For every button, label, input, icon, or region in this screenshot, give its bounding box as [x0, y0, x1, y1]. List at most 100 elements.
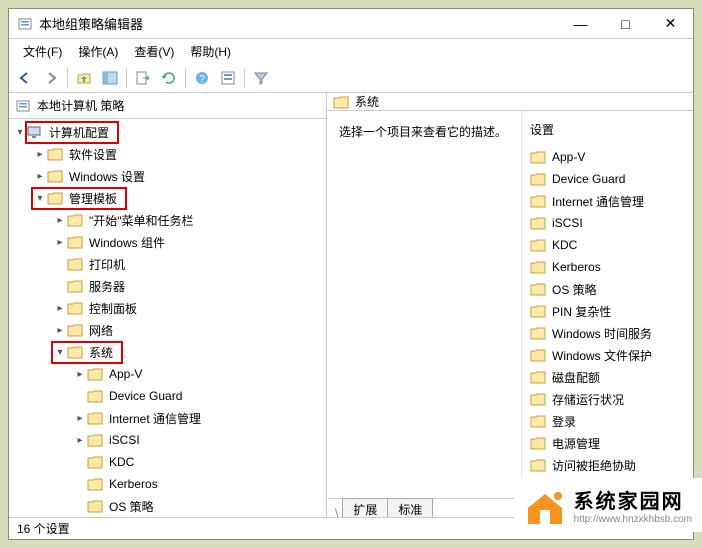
menu-action[interactable]: 操作(A) [72, 41, 124, 62]
close-button[interactable]: ✕ [648, 9, 693, 39]
list-item[interactable]: OS 策略 [522, 278, 693, 300]
back-button[interactable] [13, 66, 37, 90]
list-item-label: App-V [552, 150, 585, 164]
tab-extended[interactable]: 扩展 [342, 498, 388, 517]
folder-icon [87, 432, 103, 448]
policy-tree[interactable]: ▾ 计算机配置 ▸ 软件设置 ▸ Windows 设置 [9, 119, 326, 517]
chevron-right-icon[interactable]: ▸ [73, 369, 87, 380]
list-item-label: 存储运行状况 [552, 391, 624, 408]
chevron-right-icon[interactable]: ▸ [53, 215, 67, 226]
folder-icon [87, 454, 103, 470]
chevron-right-icon[interactable]: ▸ [33, 149, 47, 160]
tree-item-system[interactable]: ▾ 系统 [9, 341, 326, 363]
list-item[interactable]: iSCSI [522, 212, 693, 234]
chevron-right-icon[interactable]: ▸ [53, 237, 67, 248]
refresh-button[interactable] [157, 66, 181, 90]
forward-button[interactable] [39, 66, 63, 90]
list-item[interactable]: Internet 通信管理 [522, 190, 693, 212]
menu-help[interactable]: 帮助(H) [184, 41, 237, 62]
tree-item-kerberos[interactable]: Kerberos [9, 473, 326, 495]
list-item[interactable]: Windows 文件保护 [522, 344, 693, 366]
tree-item-printers[interactable]: 打印机 [9, 253, 326, 275]
list-item[interactable]: 登录 [522, 410, 693, 432]
folder-icon [530, 193, 546, 209]
chevron-right-icon[interactable]: ▸ [73, 413, 87, 424]
list-item[interactable]: Device Guard [522, 168, 693, 190]
list-item[interactable]: 电源管理 [522, 432, 693, 454]
tab-standard[interactable]: 标准 [387, 498, 433, 517]
tree-item-start-menu[interactable]: ▸ "开始"菜单和任务栏 [9, 209, 326, 231]
folder-icon [530, 303, 546, 319]
toolbar: ? [9, 63, 693, 93]
list-item[interactable]: 磁盘配额 [522, 366, 693, 388]
details-header: 系统 [327, 93, 693, 111]
tree-item-network[interactable]: ▸ 网络 [9, 319, 326, 341]
folder-icon [530, 149, 546, 165]
brand-name: 系统家园网 [574, 485, 692, 514]
menu-view[interactable]: 查看(V) [128, 41, 180, 62]
list-item-label: 访问被拒绝协助 [552, 457, 636, 474]
list-item[interactable]: Kerberos [522, 256, 693, 278]
list-item-label: PIN 复杂性 [552, 303, 611, 320]
folder-icon [530, 413, 546, 429]
tree-item-software-settings[interactable]: ▸ 软件设置 [9, 143, 326, 165]
tree-label: 服务器 [87, 277, 127, 296]
tree-label: "开始"菜单和任务栏 [87, 211, 196, 230]
folder-icon [530, 237, 546, 253]
chevron-down-icon[interactable]: ▾ [53, 347, 67, 358]
list-item[interactable]: App-V [522, 146, 693, 168]
tree-item-os-policy[interactable]: OS 策略 [9, 495, 326, 517]
toolbar-separator [67, 68, 68, 88]
settings-list[interactable]: 设置 App-VDevice GuardInternet 通信管理iSCSIKD… [521, 111, 693, 498]
refresh-icon [161, 70, 177, 86]
tree-item-servers[interactable]: 服务器 [9, 275, 326, 297]
tree-item-device-guard[interactable]: Device Guard [9, 385, 326, 407]
folder-icon [87, 366, 103, 382]
tree-label: 软件设置 [67, 145, 119, 164]
list-item-label: 磁盘配额 [552, 369, 600, 386]
folder-icon [530, 281, 546, 297]
chevron-right-icon[interactable]: ▸ [33, 171, 47, 182]
details-title: 系统 [355, 93, 379, 110]
chevron-right-icon[interactable]: ▸ [53, 303, 67, 314]
tree-item-kdc[interactable]: KDC [9, 451, 326, 473]
folder-icon [67, 212, 83, 228]
show-tree-button[interactable] [98, 66, 122, 90]
list-item[interactable]: 访问被拒绝协助 [522, 454, 693, 476]
tree-label: 网络 [87, 321, 115, 340]
tree-item-computer-config[interactable]: ▾ 计算机配置 [9, 121, 326, 143]
menu-file[interactable]: 文件(F) [17, 41, 68, 62]
chevron-right-icon[interactable]: ▸ [73, 435, 87, 446]
tree-item-iscsi[interactable]: ▸iSCSI [9, 429, 326, 451]
list-item[interactable]: PIN 复杂性 [522, 300, 693, 322]
tree-item-internet-comm[interactable]: ▸Internet 通信管理 [9, 407, 326, 429]
folder-icon [530, 347, 546, 363]
status-text: 16 个设置 [17, 520, 70, 537]
list-item-label: KDC [552, 238, 577, 252]
watermark: 系统家园网 http://www.hnzxkhbsb.com [514, 478, 702, 532]
folder-icon [530, 325, 546, 341]
chevron-right-icon[interactable]: ▸ [53, 325, 67, 336]
folder-icon [67, 256, 83, 272]
folder-icon [530, 171, 546, 187]
tree-label: Kerberos [107, 476, 160, 492]
help-button[interactable]: ? [190, 66, 214, 90]
list-item[interactable]: KDC [522, 234, 693, 256]
tree-item-appv[interactable]: ▸App-V [9, 363, 326, 385]
tree-item-windows-settings[interactable]: ▸ Windows 设置 [9, 165, 326, 187]
tree-item-admin-templates[interactable]: ▾ 管理模板 [9, 187, 326, 209]
folder-icon [530, 369, 546, 385]
list-item[interactable]: Windows 时间服务 [522, 322, 693, 344]
filter-button[interactable] [249, 66, 273, 90]
export-button[interactable] [131, 66, 155, 90]
computer-icon [27, 124, 43, 140]
up-button[interactable] [72, 66, 96, 90]
tree-item-win-components[interactable]: ▸ Windows 组件 [9, 231, 326, 253]
list-item[interactable]: 存储运行状况 [522, 388, 693, 410]
tree-item-control-panel[interactable]: ▸ 控制面板 [9, 297, 326, 319]
maximize-button[interactable]: □ [603, 9, 648, 39]
properties-button[interactable] [216, 66, 240, 90]
chevron-down-icon[interactable]: ▾ [33, 193, 47, 204]
minimize-button[interactable]: — [558, 9, 603, 39]
list-item-label: 电源管理 [552, 435, 600, 452]
